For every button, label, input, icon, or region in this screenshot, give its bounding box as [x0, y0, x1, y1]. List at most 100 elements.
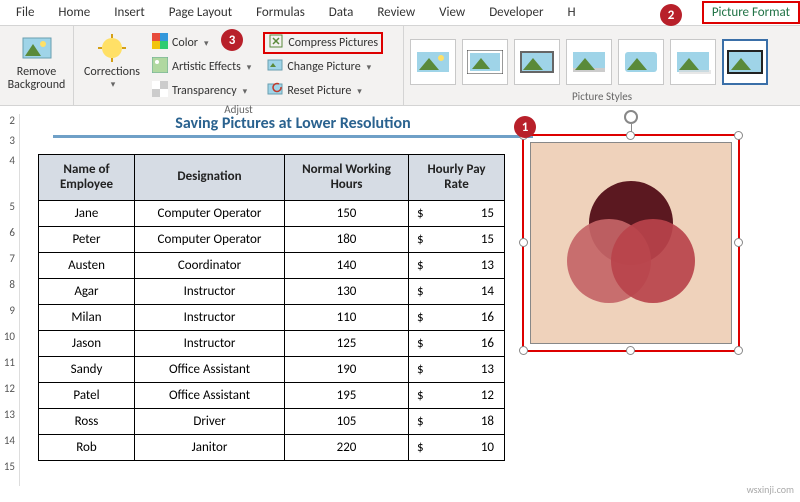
- resize-handle[interactable]: [626, 346, 635, 355]
- cell[interactable]: 195: [285, 383, 409, 409]
- row-header[interactable]: 11: [0, 356, 20, 382]
- resize-handle[interactable]: [734, 346, 743, 355]
- row-header[interactable]: 9: [0, 304, 20, 330]
- row-header[interactable]: 14: [0, 434, 20, 460]
- cell[interactable]: Instructor: [135, 305, 285, 331]
- row-header[interactable]: 12: [0, 382, 20, 408]
- resize-handle[interactable]: [519, 238, 528, 247]
- row-header[interactable]: 10: [0, 330, 20, 356]
- selected-picture[interactable]: [522, 134, 740, 352]
- change-picture-button[interactable]: Change Picture▾: [263, 56, 383, 78]
- row-header[interactable]: 5: [0, 200, 20, 226]
- cell[interactable]: 14: [409, 279, 505, 305]
- style-thumb-4[interactable]: [566, 39, 612, 85]
- remove-background-button[interactable]: Remove Background: [6, 30, 67, 91]
- cell[interactable]: 12: [409, 383, 505, 409]
- row-header[interactable]: 6: [0, 226, 20, 252]
- tab-picture-format[interactable]: Picture Format: [702, 1, 800, 24]
- tab-review[interactable]: Review: [365, 1, 427, 24]
- cell[interactable]: Agar: [39, 279, 135, 305]
- resize-handle[interactable]: [519, 346, 528, 355]
- rotate-handle[interactable]: [624, 110, 638, 124]
- chevron-down-icon: ▾: [367, 62, 372, 73]
- cell[interactable]: 140: [285, 253, 409, 279]
- style-thumb-1[interactable]: [410, 39, 456, 85]
- row-header[interactable]: 4: [0, 154, 20, 200]
- cell[interactable]: 13: [409, 357, 505, 383]
- artistic-effects-button[interactable]: Artistic Effects▾: [148, 56, 255, 78]
- cell[interactable]: 180: [285, 227, 409, 253]
- cell[interactable]: 15: [409, 201, 505, 227]
- row-header[interactable]: 8: [0, 278, 20, 304]
- row-header[interactable]: 7: [0, 252, 20, 278]
- resize-handle[interactable]: [734, 238, 743, 247]
- cell[interactable]: Jason: [39, 331, 135, 357]
- cell[interactable]: Ross: [39, 409, 135, 435]
- cell[interactable]: 130: [285, 279, 409, 305]
- tab-file[interactable]: File: [4, 1, 46, 24]
- cell[interactable]: 150: [285, 201, 409, 227]
- cell[interactable]: Austen: [39, 253, 135, 279]
- col-rate[interactable]: Hourly Pay Rate: [409, 155, 505, 201]
- cell[interactable]: 18: [409, 409, 505, 435]
- row-header[interactable]: 2: [0, 114, 20, 134]
- cell[interactable]: 105: [285, 409, 409, 435]
- cell[interactable]: 15: [409, 227, 505, 253]
- tab-insert[interactable]: Insert: [102, 1, 157, 24]
- picture-styles-gallery[interactable]: [410, 30, 794, 89]
- style-thumb-2[interactable]: [462, 39, 508, 85]
- tab-view[interactable]: View: [427, 1, 477, 24]
- cell[interactable]: Janitor: [135, 435, 285, 461]
- cell[interactable]: Instructor: [135, 331, 285, 357]
- cell[interactable]: 16: [409, 305, 505, 331]
- reset-picture-icon: [267, 81, 283, 101]
- cell[interactable]: 16: [409, 331, 505, 357]
- row-header[interactable]: 15: [0, 460, 20, 486]
- style-thumb-5[interactable]: [618, 39, 664, 85]
- cell[interactable]: Sandy: [39, 357, 135, 383]
- cell[interactable]: 110: [285, 305, 409, 331]
- cell[interactable]: Office Assistant: [135, 383, 285, 409]
- style-thumb-7[interactable]: [722, 39, 768, 85]
- chevron-down-icon: ▾: [204, 38, 209, 49]
- corrections-button[interactable]: Corrections ▾: [80, 30, 144, 90]
- cell[interactable]: Computer Operator: [135, 227, 285, 253]
- tab-page-layout[interactable]: Page Layout: [157, 1, 244, 24]
- col-name[interactable]: Name of Employee: [39, 155, 135, 201]
- group-label-styles: Picture Styles: [410, 89, 794, 105]
- cell[interactable]: Patel: [39, 383, 135, 409]
- tab-data[interactable]: Data: [317, 1, 366, 24]
- cell[interactable]: Coordinator: [135, 253, 285, 279]
- resize-handle[interactable]: [626, 131, 635, 140]
- cell[interactable]: Milan: [39, 305, 135, 331]
- table-row: PeterComputer Operator18015: [39, 227, 505, 253]
- resize-handle[interactable]: [734, 131, 743, 140]
- style-thumb-3[interactable]: [514, 39, 560, 85]
- style-thumb-6[interactable]: [670, 39, 716, 85]
- cell[interactable]: Computer Operator: [135, 201, 285, 227]
- cell[interactable]: 13: [409, 253, 505, 279]
- cell[interactable]: Driver: [135, 409, 285, 435]
- row-header[interactable]: 13: [0, 408, 20, 434]
- reset-picture-button[interactable]: Reset Picture▾: [263, 80, 383, 102]
- tab-developer[interactable]: Developer: [477, 1, 555, 24]
- tab-home[interactable]: Home: [46, 1, 102, 24]
- col-hours[interactable]: Normal Working Hours: [285, 155, 409, 201]
- cell[interactable]: 125: [285, 331, 409, 357]
- cell[interactable]: Peter: [39, 227, 135, 253]
- transparency-button[interactable]: Transparency▾: [148, 80, 255, 102]
- col-designation[interactable]: Designation: [135, 155, 285, 201]
- color-icon: [152, 33, 168, 53]
- tab-formulas[interactable]: Formulas: [244, 1, 317, 24]
- cell[interactable]: Office Assistant: [135, 357, 285, 383]
- cell[interactable]: Rob: [39, 435, 135, 461]
- cell[interactable]: Jane: [39, 201, 135, 227]
- cell[interactable]: 220: [285, 435, 409, 461]
- cell[interactable]: 190: [285, 357, 409, 383]
- tab-help[interactable]: H: [555, 1, 587, 24]
- corrections-icon: [96, 32, 128, 64]
- row-header[interactable]: 3: [0, 134, 20, 154]
- cell[interactable]: Instructor: [135, 279, 285, 305]
- cell[interactable]: 10: [409, 435, 505, 461]
- compress-pictures-button[interactable]: Compress Pictures: [263, 32, 383, 54]
